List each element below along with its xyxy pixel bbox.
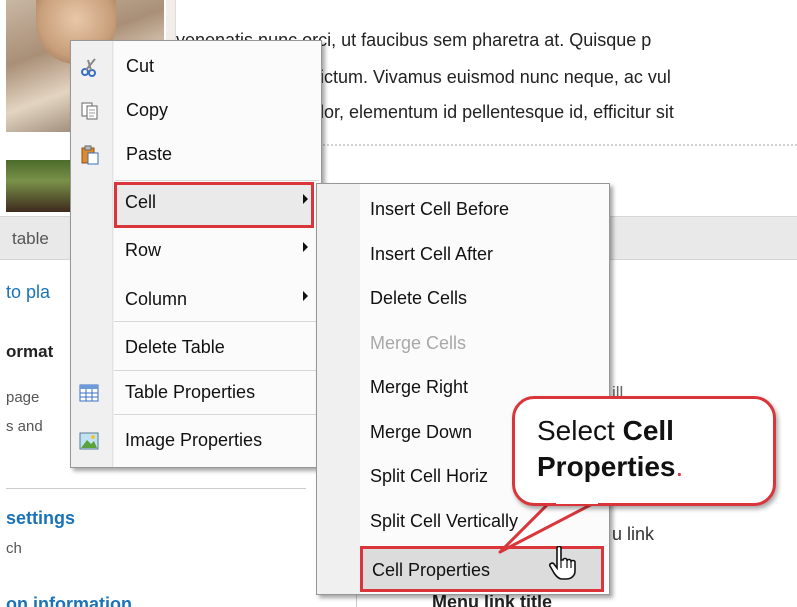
callout-period: . — [675, 451, 684, 482]
callout-bold-cell: Cell — [622, 415, 674, 446]
callout-bold-properties: Properties — [537, 451, 676, 482]
callout-pointer — [498, 498, 602, 554]
callout-text: Select Cell Properties. — [537, 413, 683, 485]
instruction-callout: Select Cell Properties. — [512, 396, 776, 506]
callout-seam — [556, 496, 598, 504]
hand-pointer-icon — [548, 545, 578, 587]
callout-prefix: Select — [537, 415, 623, 446]
